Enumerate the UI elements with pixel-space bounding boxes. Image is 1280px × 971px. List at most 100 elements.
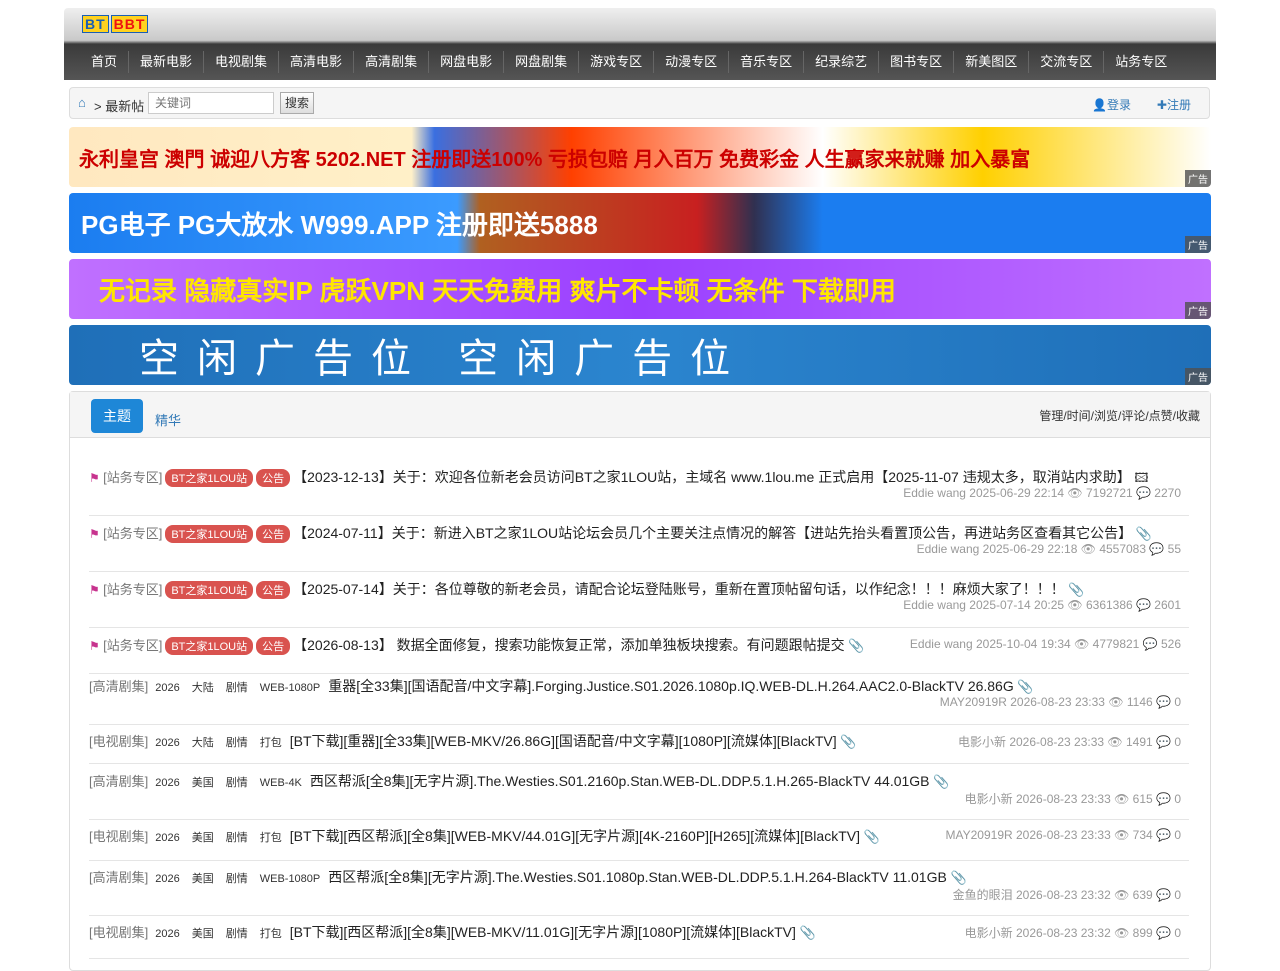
thread-author[interactable]: Eddie wang: [910, 637, 973, 651]
thread-title[interactable]: 【2026-08-13】 数据全面修复，搜索功能恢复正常，添加单独板块搜索。有问…: [293, 637, 845, 653]
thread-tag[interactable]: 2026: [150, 777, 184, 789]
thread-author[interactable]: MAY20919R: [946, 828, 1013, 842]
thread-author[interactable]: 电影小新: [958, 735, 1006, 749]
thread-author[interactable]: 金鱼的眼泪: [953, 888, 1013, 902]
search-button[interactable]: 搜索: [280, 92, 315, 114]
nav-item[interactable]: 站务专区: [1104, 51, 1178, 73]
nav-item[interactable]: 高清电影: [279, 51, 355, 73]
thread-tag[interactable]: 美国: [187, 925, 219, 941]
thread-tag[interactable]: 剧情: [221, 870, 253, 886]
thread-title[interactable]: 【2023-12-13】关于：欢迎各位新老会员访问BT之家1LOU站，主域名 w…: [293, 469, 1131, 485]
thread-category[interactable]: [电视剧集]: [89, 734, 148, 749]
thread-row[interactable]: [高清剧集] 2026 大陆 剧情 WEB-1080P 重器[全33集][国语配音/中文字…: [89, 676, 1189, 725]
thread-category[interactable]: [高清剧集]: [89, 870, 148, 885]
thread-tag[interactable]: 大陆: [187, 679, 219, 695]
thread-author[interactable]: MAY20919R: [940, 695, 1007, 709]
thread-row[interactable]: ⚑ [站务专区] BT之家1LOU站 公告 【2026-08-13】 数据全面修复，搜…: [89, 635, 1189, 674]
thread-category[interactable]: [站务专区]: [103, 582, 162, 597]
thread-badge[interactable]: BT之家1LOU站: [165, 581, 254, 599]
thread-tag[interactable]: 剧情: [221, 925, 253, 941]
thread-badge[interactable]: BT之家1LOU站: [165, 469, 254, 487]
login-link[interactable]: 👤登录: [1092, 96, 1131, 113]
thread-category[interactable]: [电视剧集]: [89, 925, 148, 940]
nav-item[interactable]: 最新电影: [129, 51, 205, 73]
thread-tag[interactable]: WEB-1080P: [255, 682, 326, 694]
tab-featured[interactable]: 精华: [155, 410, 181, 429]
thread-title[interactable]: 【2025-07-14】关于：各位尊敬的新老会员，请配合论坛登陆账号，重新在置顶…: [293, 581, 1065, 597]
nav-item[interactable]: 交流专区: [1029, 51, 1105, 73]
thread-title[interactable]: 西区帮派[全8集][无字片源].The.Westies.S01.1080p.St…: [328, 869, 947, 885]
nav-item[interactable]: 电视剧集: [204, 51, 280, 73]
nav-item[interactable]: 新美图区: [954, 51, 1030, 73]
thread-row[interactable]: [高清剧集] 2026 美国 剧情 WEB-4K 西区帮派[全8集][无字片源].The.…: [89, 771, 1189, 820]
nav-item[interactable]: 游戏专区: [579, 51, 655, 73]
thread-title[interactable]: 【2024-07-11】关于：新进入BT之家1LOU站论坛会员几个主要关注点情况…: [293, 525, 1132, 541]
nav-item[interactable]: 高清剧集: [354, 51, 430, 73]
nav-item[interactable]: 音乐专区: [729, 51, 805, 73]
thread-category[interactable]: [站务专区]: [103, 470, 162, 485]
thread-author[interactable]: Eddie wang: [917, 542, 980, 556]
thread-tag[interactable]: 2026: [150, 832, 184, 844]
search-input[interactable]: [148, 92, 274, 114]
ad-banner-1[interactable]: 永利皇宫 澳門 诚迎八方客 5202.NET 注册即送100% 亏损包赔 月入百…: [69, 127, 1211, 187]
thread-tag[interactable]: 2026: [150, 873, 184, 885]
nav-item[interactable]: 网盘剧集: [504, 51, 580, 73]
thread-category[interactable]: [高清剧集]: [89, 774, 148, 789]
nav-item[interactable]: 纪录综艺: [804, 51, 880, 73]
thread-author[interactable]: 电影小新: [965, 792, 1013, 806]
thread-badge[interactable]: BT之家1LOU站: [165, 637, 254, 655]
thread-author[interactable]: 电影小新: [965, 926, 1013, 940]
thread-tag[interactable]: 打包: [255, 925, 287, 941]
thread-category[interactable]: [站务专区]: [103, 526, 162, 541]
thread-title[interactable]: 重器[全33集][国语配音/中文字幕].Forging.Justice.S01.…: [328, 678, 1014, 694]
thread-tag[interactable]: 美国: [187, 870, 219, 886]
thread-row[interactable]: ⚑ [站务专区] BT之家1LOU站 公告 【2025-07-14】关于：各位尊敬的新…: [89, 579, 1189, 628]
thread-tag[interactable]: 打包: [255, 829, 287, 845]
thread-row[interactable]: [高清剧集] 2026 美国 剧情 WEB-1080P 西区帮派[全8集][无字片源].T…: [89, 867, 1189, 916]
thread-tag[interactable]: 剧情: [221, 679, 253, 695]
register-link[interactable]: ✚注册: [1157, 96, 1191, 113]
thread-title[interactable]: [BT下载][西区帮派][全8集][WEB-MKV/44.01G][无字片源][…: [290, 828, 860, 844]
nav-item[interactable]: 动漫专区: [654, 51, 730, 73]
thread-row[interactable]: [电视剧集] 2026 美国 剧情 打包 [BT下载][西区帮派][全8集][WEB-MK…: [89, 922, 1189, 959]
thread-title[interactable]: [BT下载][重器][全33集][WEB-MKV/26.86G][国语配音/中文…: [290, 733, 837, 749]
ad-banner-2[interactable]: PG电子 PG大放水 W999.APP 注册即送5888 广告: [69, 193, 1211, 253]
home-icon[interactable]: ⌂: [78, 95, 86, 110]
thread-tag[interactable]: 美国: [187, 829, 219, 845]
thread-tag[interactable]: 剧情: [221, 829, 253, 845]
thread-badge[interactable]: BT之家1LOU站: [165, 525, 254, 543]
thread-row[interactable]: [电视剧集] 2026 美国 剧情 打包 [BT下载][西区帮派][全8集][WEB-MK…: [89, 826, 1189, 861]
thread-row[interactable]: [电视剧集] 2026 大陆 剧情 打包 [BT下载][重器][全33集][WEB-MKV…: [89, 731, 1189, 764]
thread-category[interactable]: [电视剧集]: [89, 829, 148, 844]
thread-row[interactable]: ⚑ [站务专区] BT之家1LOU站 公告 【2024-07-11】关于：新进入BT之…: [89, 523, 1189, 572]
thread-badge[interactable]: 公告: [256, 581, 291, 599]
ad-banner-3[interactable]: 无记录 隐藏真实IP 虎跃VPN 天天免费用 爽片不卡顿 无条件 下载即用 广告: [69, 259, 1211, 319]
thread-tag[interactable]: 剧情: [221, 774, 253, 790]
site-logo[interactable]: BT BBT: [82, 15, 149, 33]
thread-badge[interactable]: 公告: [256, 525, 291, 543]
thread-tag[interactable]: 2026: [150, 737, 184, 749]
thread-tag[interactable]: 大陆: [187, 734, 219, 750]
thread-tag[interactable]: WEB-1080P: [255, 873, 326, 885]
thread-badge[interactable]: 公告: [256, 469, 291, 487]
thread-tag[interactable]: 剧情: [221, 734, 253, 750]
tab-topics[interactable]: 主题: [91, 399, 143, 433]
thread-category[interactable]: [高清剧集]: [89, 679, 148, 694]
sort-links[interactable]: 管理/时间/浏览/评论/点赞/收藏: [1039, 407, 1200, 424]
thread-author[interactable]: Eddie wang: [903, 598, 966, 612]
thread-tag[interactable]: 2026: [150, 682, 184, 694]
thread-title[interactable]: [BT下载][西区帮派][全8集][WEB-MKV/11.01G][无字片源][…: [290, 924, 796, 940]
thread-title[interactable]: 西区帮派[全8集][无字片源].The.Westies.S01.2160p.St…: [310, 773, 930, 789]
nav-item[interactable]: 首页: [80, 51, 130, 73]
thread-author[interactable]: Eddie wang: [903, 486, 966, 500]
thread-badge[interactable]: 公告: [256, 637, 291, 655]
thread-category[interactable]: [站务专区]: [103, 638, 162, 653]
thread-tag[interactable]: 美国: [187, 774, 219, 790]
thread-row[interactable]: ⚑ [站务专区] BT之家1LOU站 公告 【2023-12-13】关于：欢迎各位新老…: [89, 467, 1189, 516]
ad-banner-4[interactable]: 空闲广告位 空闲广告位 广告: [69, 325, 1211, 385]
thread-tag[interactable]: 打包: [255, 734, 287, 750]
nav-item[interactable]: 图书专区: [879, 51, 955, 73]
thread-tag[interactable]: 2026: [150, 928, 184, 940]
nav-item[interactable]: 网盘电影: [429, 51, 505, 73]
thread-tag[interactable]: WEB-4K: [255, 777, 307, 789]
